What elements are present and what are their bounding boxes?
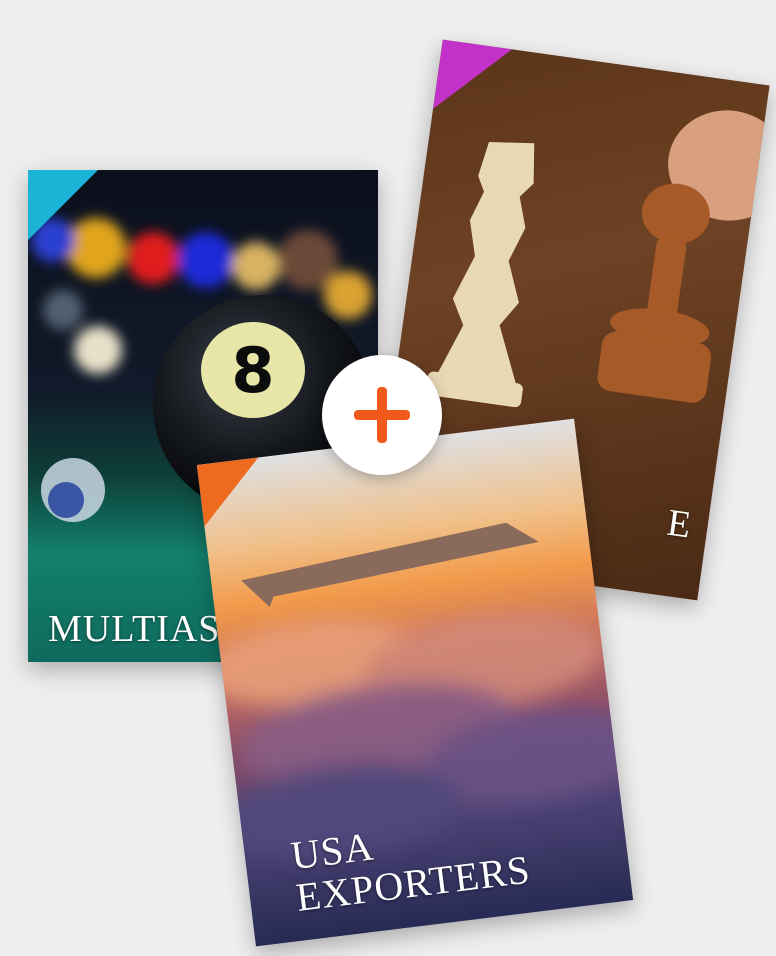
add-button[interactable] bbox=[322, 355, 442, 475]
corner-accent bbox=[28, 170, 98, 240]
airplane-icon bbox=[241, 522, 539, 608]
card-title: MULTIAS bbox=[48, 608, 221, 651]
white-chess-piece-icon bbox=[425, 141, 535, 408]
game-card-usa-exporters[interactable]: USA EXPORTERS bbox=[196, 418, 634, 947]
corner-accent bbox=[196, 457, 266, 527]
corner-accent bbox=[433, 39, 513, 119]
plus-icon bbox=[354, 387, 410, 443]
svg-text:8: 8 bbox=[231, 334, 274, 407]
